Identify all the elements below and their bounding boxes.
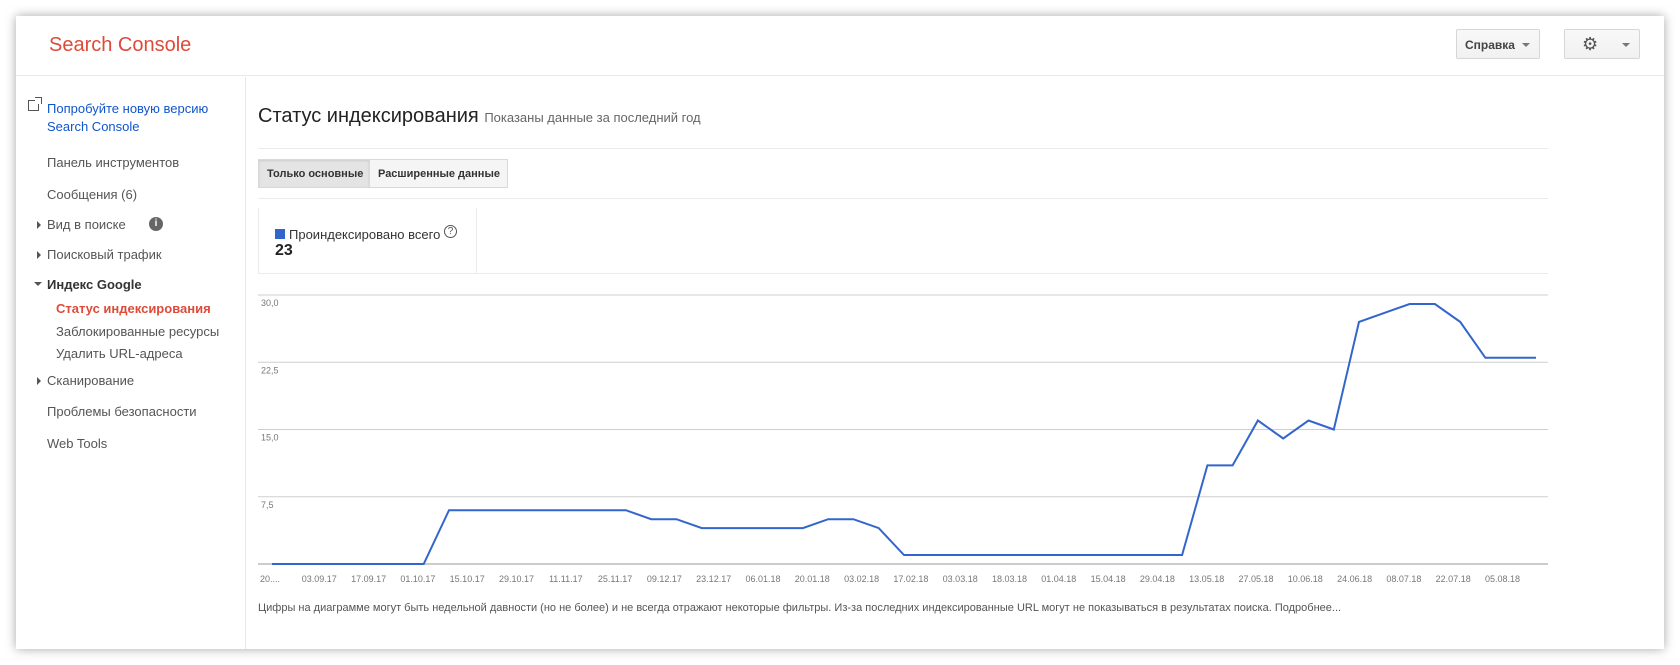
header: Search Console Справка ⚙ — [16, 16, 1664, 76]
main-content: Статус индексирования Показаны данные за… — [258, 77, 1548, 649]
x-tick-label: 18.03.18 — [992, 574, 1027, 584]
x-tick-label: 15.04.18 — [1091, 574, 1126, 584]
help-button[interactable]: Справка — [1456, 29, 1540, 59]
sidebar-item-crawl[interactable]: Сканирование — [47, 373, 134, 388]
tab-basic[interactable]: Только основные — [258, 159, 370, 188]
sidebar-item-google-index[interactable]: Индекс Google — [47, 277, 142, 292]
external-link-icon — [28, 97, 42, 111]
x-tick-label: 23.12.17 — [696, 574, 731, 584]
divider — [258, 148, 1548, 149]
x-tick-label: 17.09.17 — [351, 574, 386, 584]
sidebar-item-search-appearance[interactable]: Вид в поиске — [47, 217, 126, 232]
help-question-icon[interactable]: ? — [444, 225, 457, 238]
x-tick-label: 01.04.18 — [1041, 574, 1076, 584]
page-title: Статус индексирования Показаны данные за… — [258, 105, 701, 128]
y-tick-label: 15,0 — [261, 433, 279, 443]
x-tick-label: 11.11.17 — [549, 574, 583, 584]
x-tick-label: 01.10.17 — [400, 574, 435, 584]
settings-button[interactable]: ⚙ — [1564, 29, 1640, 59]
page-subtitle: Показаны данные за последний год — [484, 110, 701, 125]
x-tick-label: 03.09.17 — [302, 574, 337, 584]
legend-swatch — [275, 229, 285, 239]
sidebar-item-index-status[interactable]: Статус индексирования — [56, 301, 211, 316]
y-tick-label: 7,5 — [261, 500, 274, 510]
tab-extended[interactable]: Расширенные данные — [369, 159, 508, 188]
help-button-label: Справка — [1465, 38, 1515, 52]
sidebar-item-web-tools[interactable]: Web Tools — [47, 436, 107, 451]
x-tick-label: 29.10.17 — [499, 574, 534, 584]
x-tick-label: 20.... — [260, 574, 280, 584]
x-tick-label: 03.02.18 — [844, 574, 879, 584]
app-logo[interactable]: Search Console — [49, 34, 191, 57]
x-tick-label: 24.06.18 — [1337, 574, 1372, 584]
sidebar-item-messages[interactable]: Сообщения (6) — [47, 187, 137, 202]
x-tick-label: 13.05.18 — [1189, 574, 1224, 584]
chevron-right-icon[interactable] — [37, 221, 41, 229]
more-link[interactable]: Подробнее... — [1275, 602, 1341, 614]
legend-card: Проиндексировано всего ? 23 — [258, 208, 477, 274]
sidebar-item-try-new[interactable]: Попробуйте новую версию Search Console — [47, 101, 208, 134]
footnote-text: Цифры на диаграмме могут быть недельной … — [258, 602, 1272, 614]
y-tick-label: 30,0 — [261, 298, 279, 308]
x-tick-label: 06.01.18 — [745, 574, 780, 584]
x-tick-label: 29.04.18 — [1140, 574, 1175, 584]
x-tick-label: 17.02.18 — [893, 574, 928, 584]
sidebar-item-search-traffic[interactable]: Поисковый трафик — [47, 247, 162, 262]
series-line — [272, 303, 1536, 565]
x-tick-label: 20.01.18 — [795, 574, 830, 584]
chevron-right-icon[interactable] — [37, 377, 41, 385]
sidebar-item-dashboard[interactable]: Панель инструментов — [47, 155, 179, 170]
app-window: Search Console Справка ⚙ Попробуйте нову… — [16, 16, 1664, 649]
footnote: Цифры на диаграмме могут быть недельной … — [258, 602, 1341, 614]
try-new-line2: Search Console — [47, 119, 140, 134]
page-title-text: Статус индексирования — [258, 105, 479, 127]
info-icon[interactable]: i — [149, 217, 163, 231]
x-tick-label: 10.06.18 — [1288, 574, 1323, 584]
x-tick-label: 05.08.18 — [1485, 574, 1520, 584]
chevron-down-icon[interactable] — [34, 282, 42, 286]
x-tick-label: 25.11.17 — [598, 574, 632, 584]
x-tick-label: 15.10.17 — [450, 574, 485, 584]
index-status-chart: 30,0 22,5 15,0 7,5 20.... 03.09.17 17.09.17 01… — [258, 294, 1548, 584]
legend-value: 23 — [275, 242, 293, 259]
x-tick-label: 27.05.18 — [1238, 574, 1273, 584]
sidebar: Попробуйте новую версию Search Console П… — [16, 77, 246, 649]
try-new-line1: Попробуйте новую версию — [47, 101, 209, 116]
sidebar-item-security-issues[interactable]: Проблемы безопасности — [47, 404, 197, 419]
x-tick-label: 22.07.18 — [1436, 574, 1471, 584]
gear-icon: ⚙ — [1582, 34, 1599, 54]
sidebar-item-remove-urls[interactable]: Удалить URL-адреса — [56, 346, 183, 361]
divider — [258, 273, 1548, 274]
chevron-down-icon — [1622, 43, 1630, 47]
x-tick-label: 08.07.18 — [1386, 574, 1421, 584]
chevron-right-icon[interactable] — [37, 251, 41, 259]
x-tick-label: 03.03.18 — [943, 574, 978, 584]
sidebar-item-blocked-resources[interactable]: Заблокированные ресурсы — [56, 324, 219, 339]
divider — [258, 198, 1548, 199]
chevron-down-icon — [1522, 43, 1530, 47]
y-tick-label: 22,5 — [261, 365, 279, 375]
x-tick-label: 09.12.17 — [647, 574, 682, 584]
legend-label: Проиндексировано всего — [289, 227, 441, 242]
